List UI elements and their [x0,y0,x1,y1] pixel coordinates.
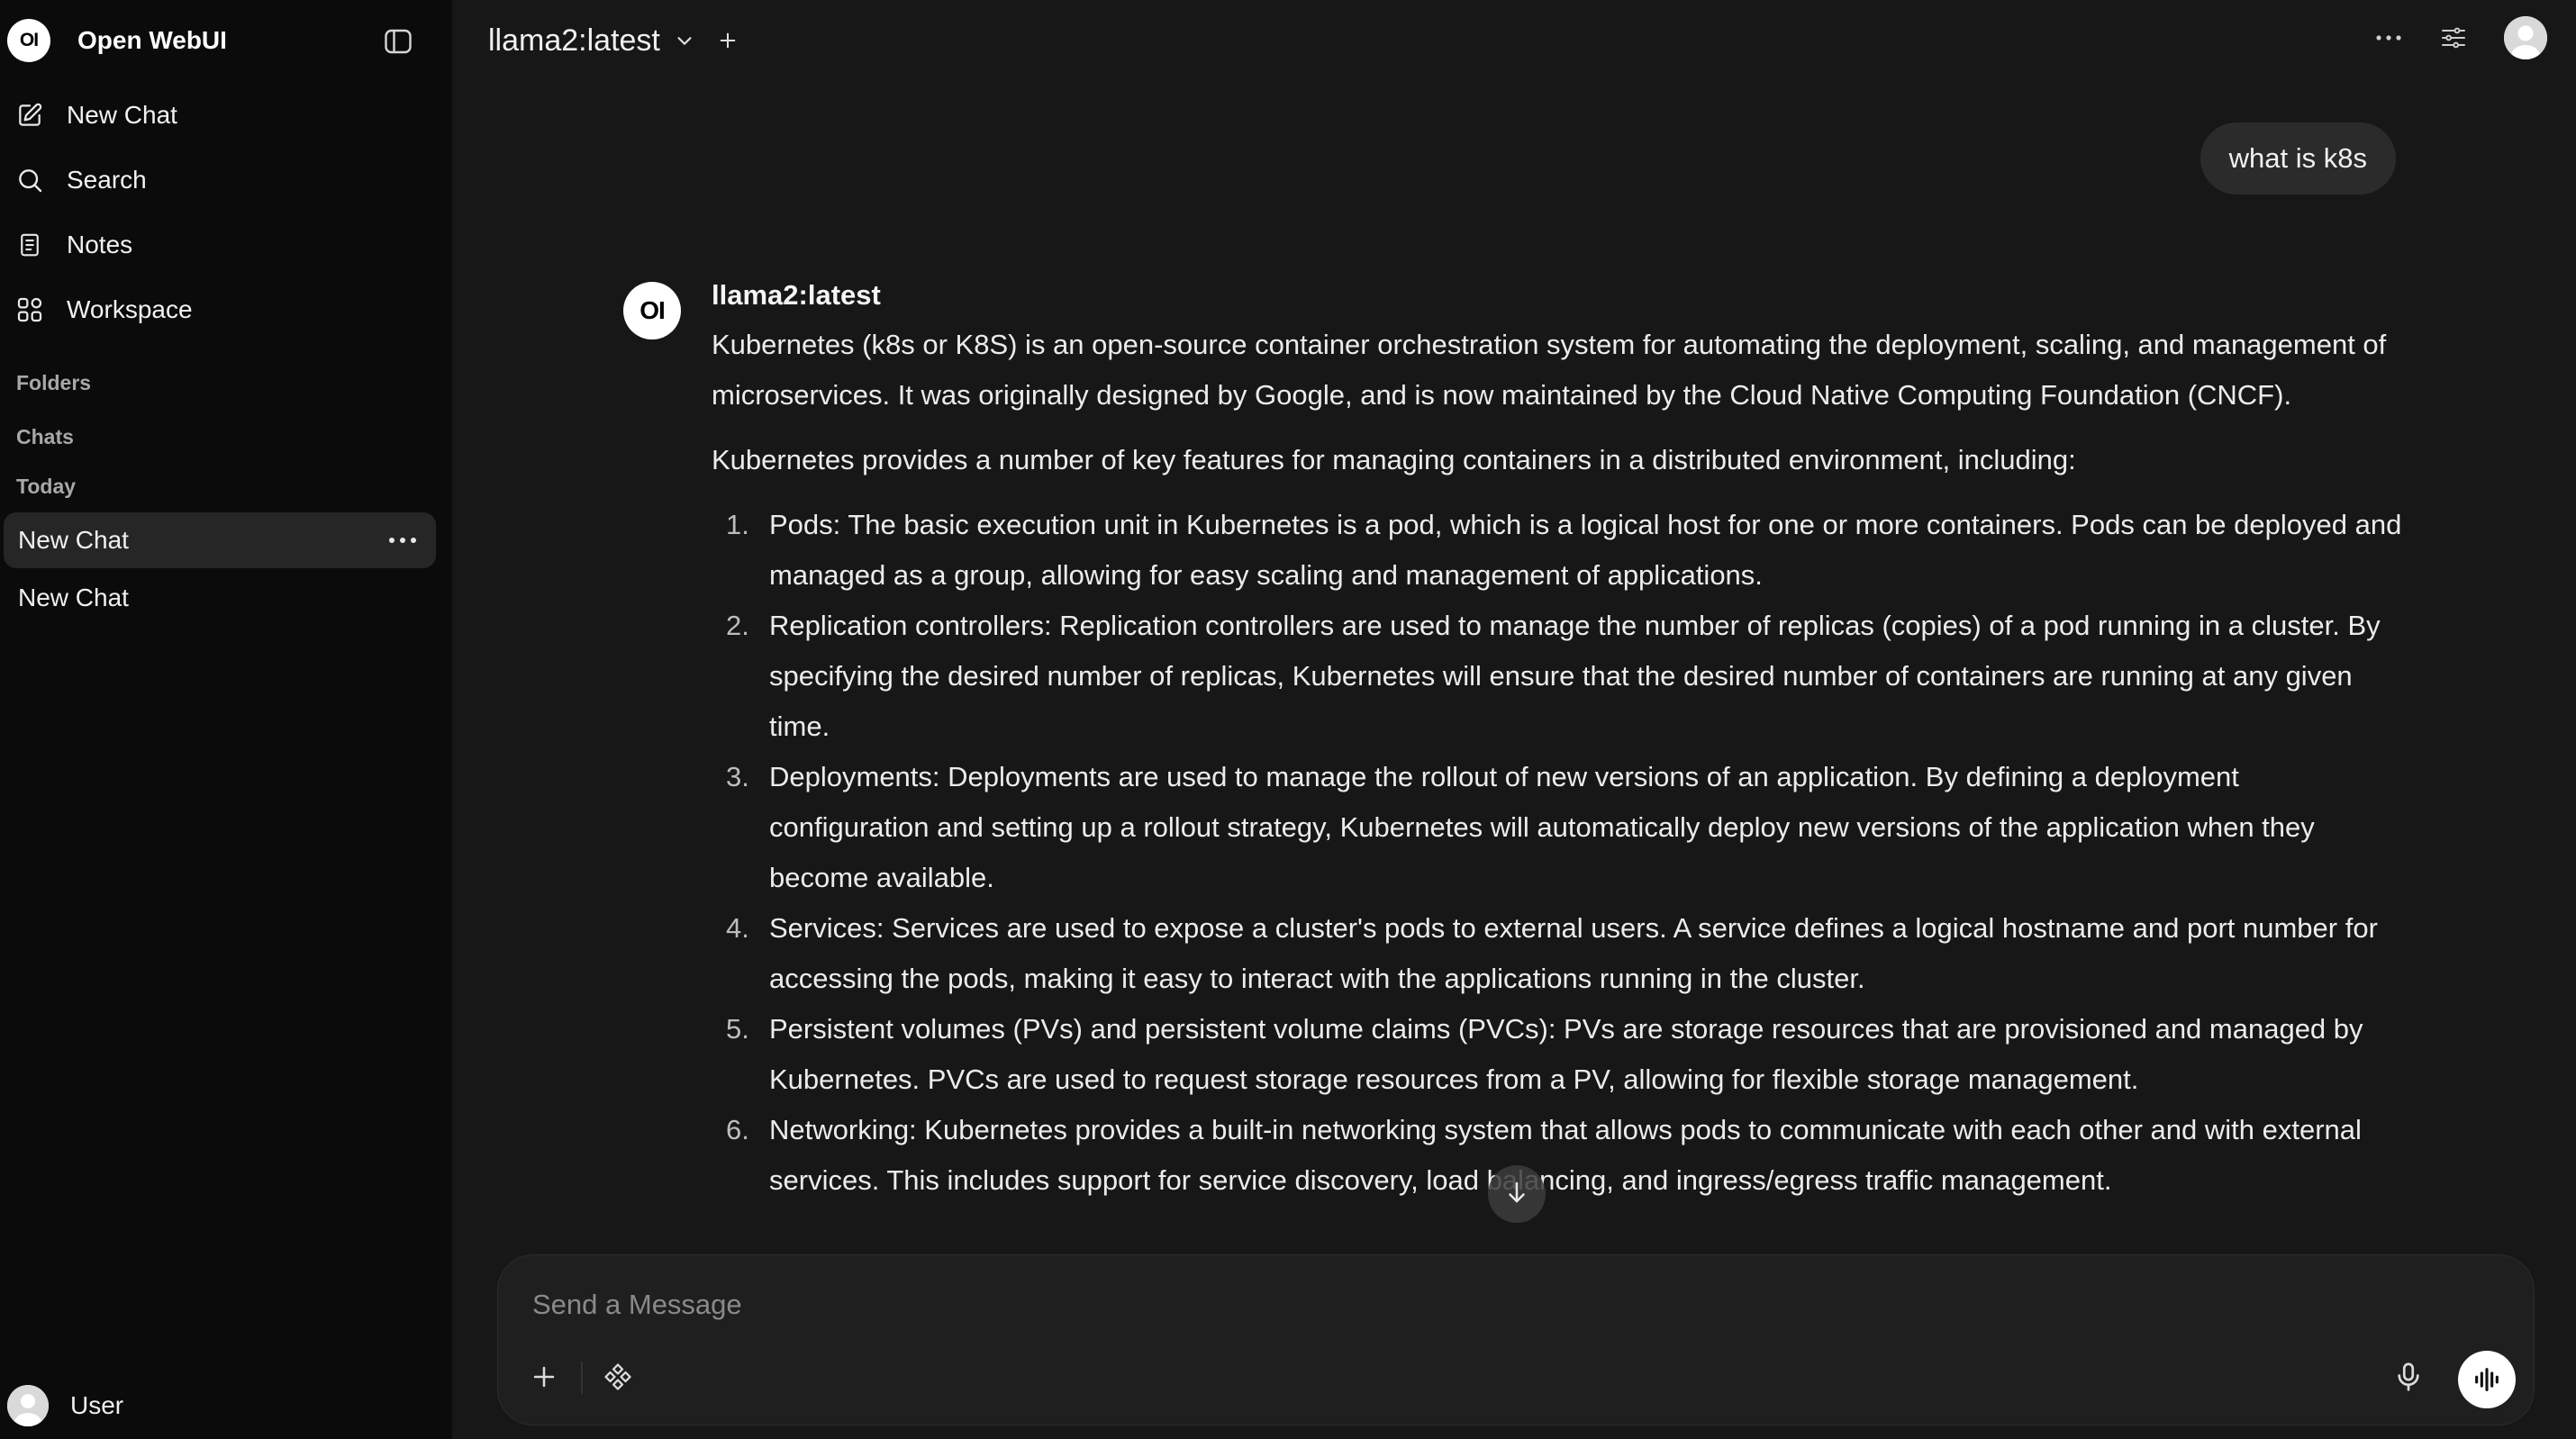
edit-icon [14,100,45,131]
list-number: 6. [726,1114,749,1145]
list-item: 4. Services: Services are used to expose … [712,903,2405,1004]
sidebar-item-label: Workspace [67,295,193,323]
scroll-to-bottom-button[interactable] [1488,1165,1546,1223]
list-item-text: Persistent volumes (PVs) and persistent … [769,1013,2363,1095]
chat-main: llama2:latest what is k8s OI llama2:late… [452,0,2576,1439]
assistant-avatar: OI [623,282,681,339]
folders-heading[interactable]: Folders [16,371,91,395]
user-message-bubble: what is k8s [2200,122,2396,195]
list-item-text: Services: Services are used to expose a … [769,912,2378,994]
model-name: llama2:latest [488,23,660,58]
chat-item[interactable]: New Chat [4,570,436,626]
list-number: 5. [726,1013,749,1045]
more-horizontal-icon[interactable] [389,529,416,552]
notes-icon [14,230,45,260]
list-number: 3. [726,761,749,792]
waveform-icon [2475,1368,2499,1391]
message-input[interactable] [531,1284,2152,1326]
integrations-icon[interactable] [603,1362,635,1394]
sidebar-item-label: Notes [67,231,133,258]
today-heading: Today [16,475,77,498]
more-options-icon[interactable] [2371,20,2407,56]
list-item: 2. Replication controllers: Replication c… [712,601,2405,752]
brand[interactable]: OI Open WebUI [7,18,227,63]
list-number: 4. [726,912,749,944]
message-composer [497,1254,2535,1425]
chat-item-title: New Chat [18,526,129,554]
list-item: 1. Pods: The basic execution unit in Kube… [712,500,2405,601]
list-item-text: Pods: The basic execution unit in Kubern… [769,509,2402,591]
model-selector[interactable]: llama2:latest [488,20,738,61]
list-number: 1. [726,509,749,540]
list-item: 6. Networking: Kubernetes provides a buil… [712,1105,2405,1206]
user-avatar [7,1385,49,1426]
sidebar: OI Open WebUI New Chat Search Notes Work… [0,0,452,1439]
brand-logo: OI [7,19,50,62]
assistant-model-name: llama2:latest [712,279,881,311]
add-model-icon[interactable] [718,31,738,50]
assistant-message-body: llama2:latest Kubernetes (k8s or K8S) is… [712,275,2405,1206]
list-item: 3. Deployments: Deployments are used to m… [712,752,2405,903]
sidebar-toggle-icon[interactable] [382,25,414,58]
feature-list: 1. Pods: The basic execution unit in Kube… [712,500,2405,1206]
sidebar-item-label: New Chat [67,101,177,129]
microphone-icon[interactable] [2391,1360,2427,1396]
assistant-paragraph: Kubernetes (k8s or K8S) is an open-sourc… [712,329,2387,411]
list-item: 5. Persistent volumes (PVs) and persisten… [712,1004,2405,1105]
list-item-text: Networking: Kubernetes provides a built-… [769,1114,2362,1196]
composer-divider [581,1362,583,1394]
chat-item-title: New Chat [18,584,129,611]
controls-sliders-icon[interactable] [2435,20,2472,56]
voice-mode-button[interactable] [2458,1351,2516,1408]
sidebar-item-notes[interactable]: Notes [14,223,438,267]
user-menu[interactable]: User [7,1385,123,1426]
workspace-icon [14,294,45,325]
arrow-down-icon [1503,1179,1530,1210]
sidebar-item-new-chat[interactable]: New Chat [14,94,438,137]
user-name: User [70,1391,124,1419]
chat-item-active[interactable]: New Chat [4,512,436,568]
brand-name: Open WebUI [77,26,227,54]
app-window: OI Open WebUI New Chat Search Notes Work… [0,0,2576,1439]
chevron-down-icon[interactable] [675,31,694,50]
list-item-text: Replication controllers: Replication con… [769,610,2381,742]
plus-icon[interactable] [529,1362,561,1394]
assistant-paragraph: Kubernetes provides a number of key feat… [712,444,2076,475]
list-number: 2. [726,610,749,641]
search-icon [14,165,45,195]
profile-avatar[interactable] [2504,16,2547,59]
sidebar-item-workspace[interactable]: Workspace [14,288,438,331]
sidebar-item-label: Search [67,166,147,194]
chats-heading[interactable]: Chats [16,425,74,449]
sidebar-item-search[interactable]: Search [14,158,438,202]
list-item-text: Deployments: Deployments are used to man… [769,761,2315,893]
header-actions [2342,16,2547,59]
